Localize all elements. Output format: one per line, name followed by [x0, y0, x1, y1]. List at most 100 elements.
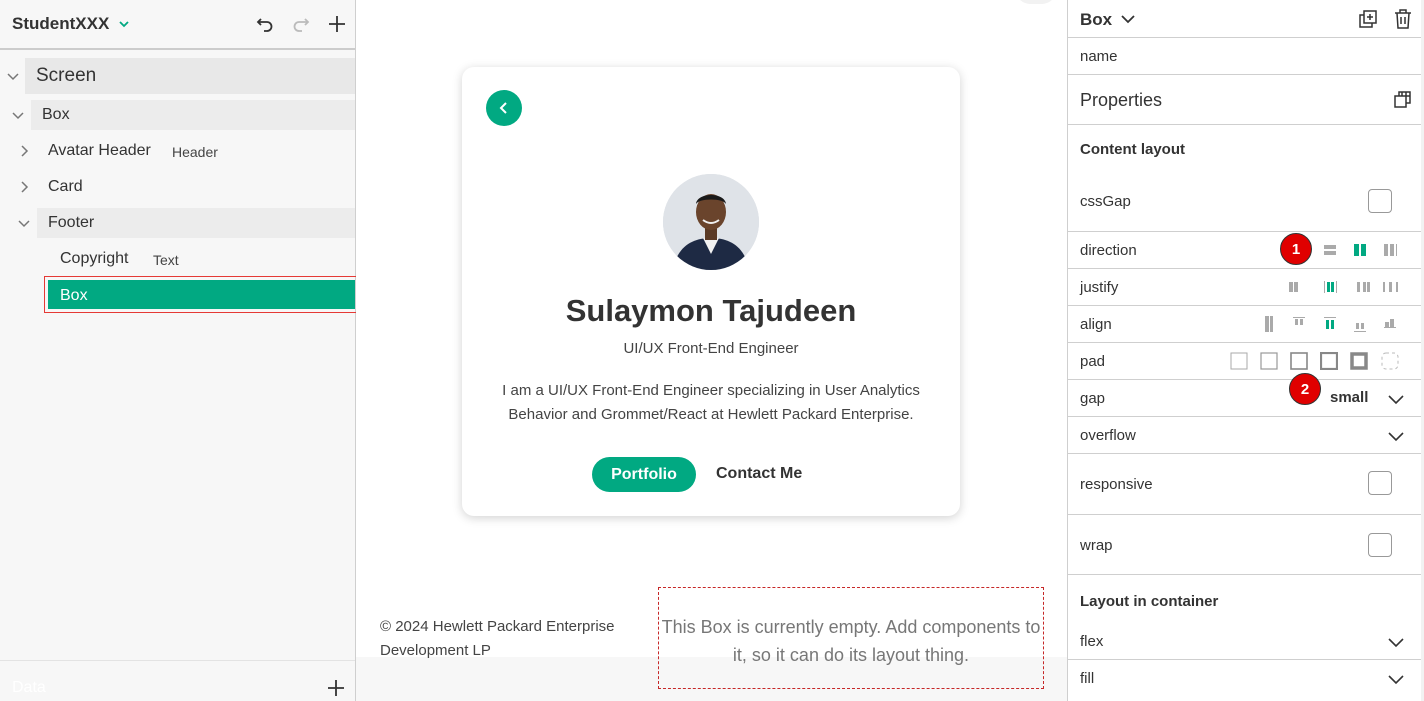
tree-label: Avatar Header [48, 142, 151, 159]
layout-in-container-section: Layout in container [1068, 575, 1424, 625]
back-button[interactable] [486, 90, 522, 126]
justify-row: justify [1068, 269, 1424, 306]
pad-row: pad [1068, 343, 1424, 380]
pad-custom-icon[interactable] [1381, 352, 1399, 370]
tree-item-card[interactable]: Card [0, 172, 355, 202]
gap-value[interactable]: small [1330, 389, 1368, 406]
add-icon[interactable] [327, 14, 347, 34]
tree-type-tag: Text [153, 252, 179, 268]
tree-item-footer[interactable]: Footer [0, 208, 355, 238]
layers-panel: StudentXXX Screen Box Avatar Header Head… [0, 0, 359, 701]
add-data-icon[interactable] [327, 679, 345, 697]
data-section-header: Data [0, 660, 355, 701]
pad-xsmall-icon[interactable] [1260, 352, 1278, 370]
tree-label: Footer [48, 214, 95, 231]
redo-icon[interactable] [291, 14, 311, 34]
annotation-badge-2: 2 [1289, 373, 1321, 405]
chevron-right-icon[interactable] [17, 144, 31, 158]
annotation-badge-1: 1 [1280, 233, 1312, 265]
align-start-icon[interactable] [1290, 315, 1308, 333]
overflow-label: overflow [1080, 427, 1136, 444]
justify-between-icon[interactable] [1354, 278, 1372, 296]
content-layout-section: Content layout [1068, 125, 1424, 175]
direction-row-icon[interactable] [1351, 241, 1369, 259]
align-end-icon[interactable] [1351, 315, 1369, 333]
gap-row[interactable]: gap 2 small [1068, 373, 1424, 417]
responsive-row: responsive [1068, 454, 1424, 515]
align-center-icon[interactable] [1321, 315, 1339, 333]
data-label: Data [12, 679, 46, 696]
trash-icon[interactable] [1394, 9, 1412, 29]
tree-item-box[interactable]: Box [0, 100, 355, 130]
tree-label: Screen [36, 65, 97, 86]
footer-copyright[interactable]: © 2024 Hewlett Packard Enterprise Develo… [380, 615, 650, 663]
name-field[interactable]: name [1080, 48, 1118, 65]
tree-label: Copyright [60, 250, 129, 267]
flex-label: flex [1080, 633, 1104, 650]
chevron-right-icon[interactable] [17, 180, 31, 194]
design-canvas[interactable]: Sulaymon Tajudeen UI/UX Front-End Engine… [356, 0, 1067, 701]
wrap-checkbox[interactable] [1368, 533, 1392, 557]
app-title[interactable]: StudentXXX [12, 14, 109, 34]
justify-label: justify [1080, 279, 1119, 296]
profile-role: UI/UX Front-End Engineer [623, 340, 799, 357]
tree-label: Card [48, 178, 83, 195]
layers-header: StudentXXX [0, 0, 355, 50]
pad-medium-icon[interactable] [1320, 352, 1338, 370]
profile-bio: I am a UI/UX Front-End Engineer speciali… [502, 382, 920, 423]
pad-small-icon[interactable] [1290, 352, 1308, 370]
chevron-down-icon[interactable] [1388, 634, 1404, 650]
undo-icon[interactable] [255, 14, 275, 34]
pad-label: pad [1080, 353, 1106, 370]
tree-label: Box [42, 106, 70, 123]
pad-large-icon[interactable] [1350, 352, 1368, 370]
properties-title: Properties [1080, 90, 1163, 110]
avatar [663, 174, 759, 270]
flex-row[interactable]: flex [1068, 623, 1424, 660]
portfolio-button[interactable]: Portfolio [592, 457, 696, 492]
empty-box-placeholder[interactable]: This Box is currently empty. Add compone… [658, 587, 1044, 689]
name-field-row[interactable]: name [1068, 38, 1424, 75]
responsive-checkbox[interactable] [1368, 471, 1392, 495]
justify-start-icon[interactable] [1286, 278, 1304, 296]
popout-icon[interactable] [1394, 90, 1412, 108]
gap-label: gap [1080, 390, 1106, 407]
align-stretch-icon[interactable] [1260, 315, 1278, 333]
direction-row-reverse-icon[interactable] [1381, 241, 1399, 259]
align-baseline-icon[interactable] [1381, 315, 1399, 333]
wrap-row: wrap [1068, 515, 1424, 575]
canvas-handle [1016, 0, 1056, 4]
duplicate-icon[interactable] [1358, 10, 1378, 30]
fill-label: fill [1080, 670, 1095, 687]
align-row: align [1068, 306, 1424, 343]
chevron-left-icon [499, 102, 507, 114]
fill-row[interactable]: fill [1068, 660, 1424, 701]
chevron-down-icon[interactable] [1121, 13, 1135, 25]
cssgap-checkbox[interactable] [1368, 189, 1392, 213]
tree-item-screen[interactable]: Screen [0, 58, 355, 94]
chevron-down-icon[interactable] [11, 108, 25, 122]
tree-item-copyright[interactable]: Copyright Text [0, 244, 355, 274]
app-root: StudentXXX Screen Box Avatar Header Head… [0, 0, 1424, 701]
chevron-down-icon[interactable] [1388, 428, 1404, 444]
properties-panel: Box name Properties Content layout cssGa… [1067, 0, 1424, 701]
chevron-down-icon[interactable] [1388, 671, 1404, 687]
justify-end-icon[interactable] [1381, 278, 1399, 296]
direction-row: direction 1 [1068, 232, 1424, 269]
content-layout-title: Content layout [1080, 141, 1185, 158]
contact-me-button[interactable]: Contact Me [716, 465, 802, 483]
component-name[interactable]: Box [1080, 10, 1112, 30]
chevron-down-icon[interactable] [17, 216, 31, 230]
overflow-row[interactable]: overflow [1068, 417, 1424, 454]
tree-item-avatar-header[interactable]: Avatar Header Header [0, 136, 355, 166]
chevron-down-icon[interactable] [6, 69, 20, 83]
tree-item-box-selected[interactable]: Box [44, 276, 359, 313]
pad-none-icon[interactable] [1230, 352, 1248, 370]
justify-center-icon[interactable] [1321, 278, 1339, 296]
layout-in-container-title: Layout in container [1080, 593, 1219, 610]
profile-name: Sulaymon Tajudeen [565, 293, 857, 328]
profile-card[interactable]: Sulaymon Tajudeen UI/UX Front-End Engine… [462, 67, 960, 516]
direction-column-icon[interactable] [1321, 241, 1339, 259]
chevron-down-icon[interactable] [118, 18, 130, 30]
chevron-down-icon[interactable] [1388, 391, 1404, 407]
